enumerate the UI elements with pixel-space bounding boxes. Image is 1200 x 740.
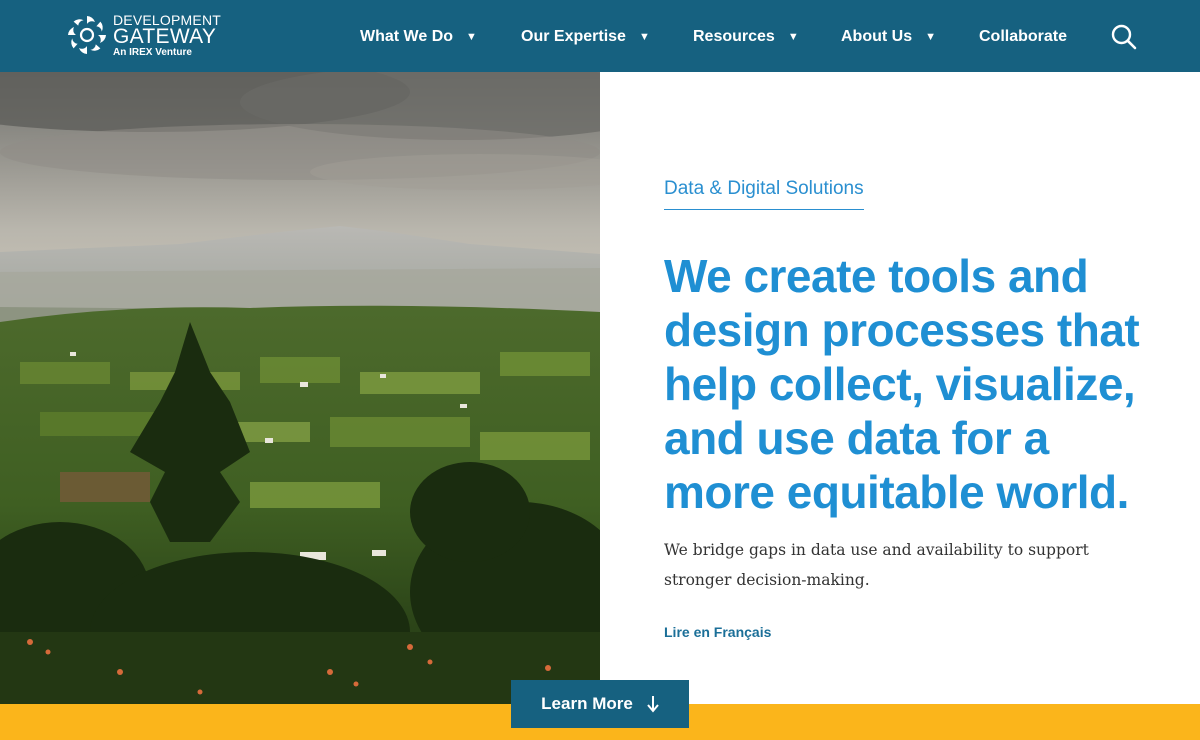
arrow-down-icon xyxy=(647,696,659,713)
nav-what-we-do[interactable]: What We Do ▼ xyxy=(360,26,477,48)
nav-resources[interactable]: Resources ▼ xyxy=(693,26,799,48)
site-header: DEVELOPMENT GATEWAY An IREX Venture What… xyxy=(0,0,1200,72)
nav-label: Resources xyxy=(693,28,775,45)
chevron-down-icon: ▼ xyxy=(638,30,650,43)
nav-our-expertise[interactable]: Our Expertise ▼ xyxy=(521,26,650,48)
learn-more-button[interactable]: Learn More xyxy=(511,680,689,728)
landscape-photo xyxy=(0,72,600,704)
hero-landscape-image xyxy=(0,72,600,704)
nav-label: What We Do xyxy=(360,28,454,45)
nav-label: Our Expertise xyxy=(521,28,626,45)
french-language-link[interactable]: Lire en Français xyxy=(664,624,771,640)
nav-label: About Us xyxy=(841,28,913,45)
swirl-logo-icon xyxy=(68,16,106,54)
nav-about-us[interactable]: About Us ▼ xyxy=(841,26,936,48)
search-icon[interactable] xyxy=(1110,23,1138,51)
nav-label: Collaborate xyxy=(979,28,1068,45)
brand-wordmark: DEVELOPMENT GATEWAY An IREX Venture xyxy=(113,13,221,59)
chevron-down-icon: ▼ xyxy=(466,30,477,43)
hero-eyebrow: Data & Digital Solutions xyxy=(664,178,864,210)
chevron-down-icon: ▼ xyxy=(925,30,936,43)
chevron-down-icon: ▼ xyxy=(787,30,799,43)
brand-line2: GATEWAY xyxy=(113,25,217,48)
hero-headline: We create tools and design processes tha… xyxy=(664,250,1140,518)
hero-subtext: We bridge gaps in data use and availabil… xyxy=(664,541,1089,589)
learn-more-label: Learn More xyxy=(541,694,633,713)
nav-collaborate[interactable]: Collaborate xyxy=(979,26,1067,48)
brand-tagline: An IREX Venture xyxy=(113,47,192,58)
